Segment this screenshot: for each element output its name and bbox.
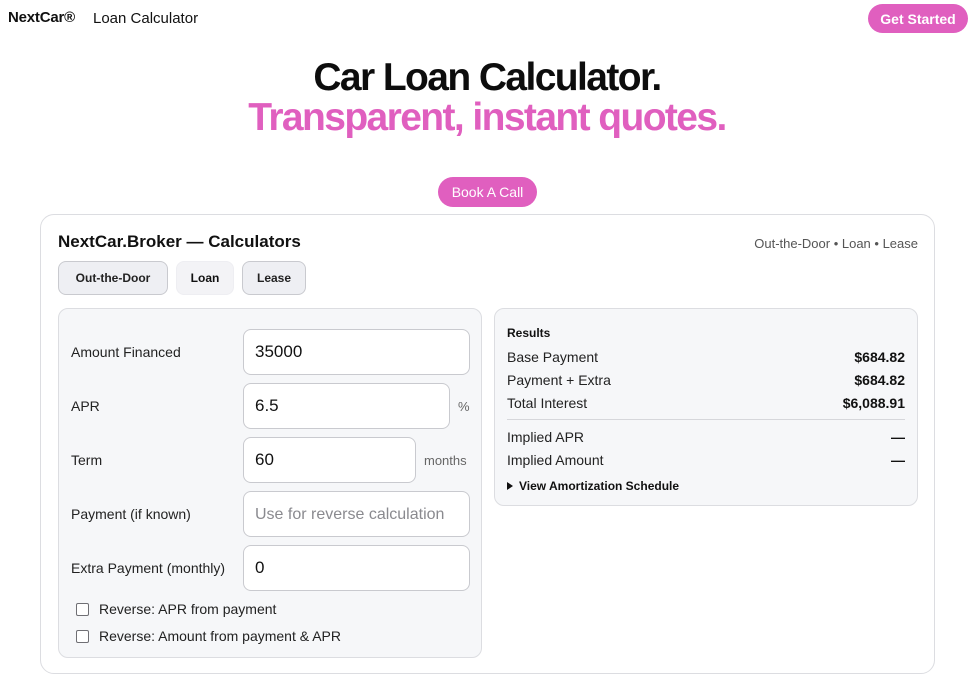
reverse-amount-checkbox[interactable]: [76, 630, 89, 643]
base-payment-value: $684.82: [854, 349, 905, 365]
loan-form-panel: Amount Financed APR % Term months Paymen…: [58, 308, 482, 658]
card-title: NextCar.Broker — Calculators: [58, 232, 301, 251]
calculator-card: NextCar.Broker — Calculators Out-the-Doo…: [40, 214, 935, 674]
term-input[interactable]: [243, 437, 416, 483]
amount-financed-input[interactable]: [243, 329, 470, 375]
amortization-toggle[interactable]: View Amortization Schedule: [507, 479, 679, 493]
reverse-apr-checkbox[interactable]: [76, 603, 89, 616]
top-bar: NextCar® Loan Calculator Get Started: [0, 0, 974, 38]
implied-apr-value: —: [891, 429, 905, 445]
implied-apr-label: Implied APR: [507, 429, 585, 445]
payment-label: Payment (if known): [71, 506, 191, 522]
payment-extra-label: Payment + Extra: [507, 372, 611, 388]
amount-financed-label: Amount Financed: [71, 344, 181, 360]
payment-input[interactable]: [243, 491, 470, 537]
base-payment-label: Base Payment: [507, 349, 599, 365]
apr-label: APR: [71, 398, 100, 414]
implied-amount-value: —: [891, 452, 905, 468]
tab-lease[interactable]: Lease: [242, 261, 306, 295]
hero-subtitle: Transparent, instant quotes.: [248, 96, 727, 139]
results-divider: [507, 419, 905, 420]
term-unit: months: [424, 453, 467, 468]
book-call-button[interactable]: Book A Call: [438, 177, 537, 207]
payment-extra-value: $684.82: [854, 372, 905, 388]
disclosure-triangle-icon: [507, 482, 513, 490]
implied-amount-label: Implied Amount: [507, 452, 604, 468]
total-interest-label: Total Interest: [507, 395, 588, 411]
brand-logo[interactable]: NextCar®: [8, 9, 75, 26]
get-started-button[interactable]: Get Started: [868, 4, 968, 33]
term-label: Term: [71, 452, 103, 468]
apr-unit: %: [458, 399, 470, 414]
amortization-label: View Amortization Schedule: [519, 479, 680, 493]
reverse-amount-label: Reverse: Amount from payment & APR: [99, 628, 341, 644]
hero-title: Car Loan Calculator.: [313, 56, 662, 99]
results-heading: Results: [507, 326, 551, 340]
results-panel: Results Base Payment $684.82 Payment + E…: [494, 308, 918, 506]
tab-out-the-door[interactable]: Out-the-Door: [58, 261, 168, 295]
apr-input[interactable]: [243, 383, 450, 429]
extra-payment-label: Extra Payment (monthly): [71, 560, 226, 576]
reverse-apr-label: Reverse: APR from payment: [99, 601, 277, 617]
extra-payment-input[interactable]: [243, 545, 470, 591]
section-title: Loan Calculator: [93, 10, 199, 27]
tab-loan[interactable]: Loan: [176, 261, 234, 295]
calculator-breadcrumb: Out-the-Door • Loan • Lease: [754, 236, 918, 251]
total-interest-value: $6,088.91: [842, 395, 905, 411]
